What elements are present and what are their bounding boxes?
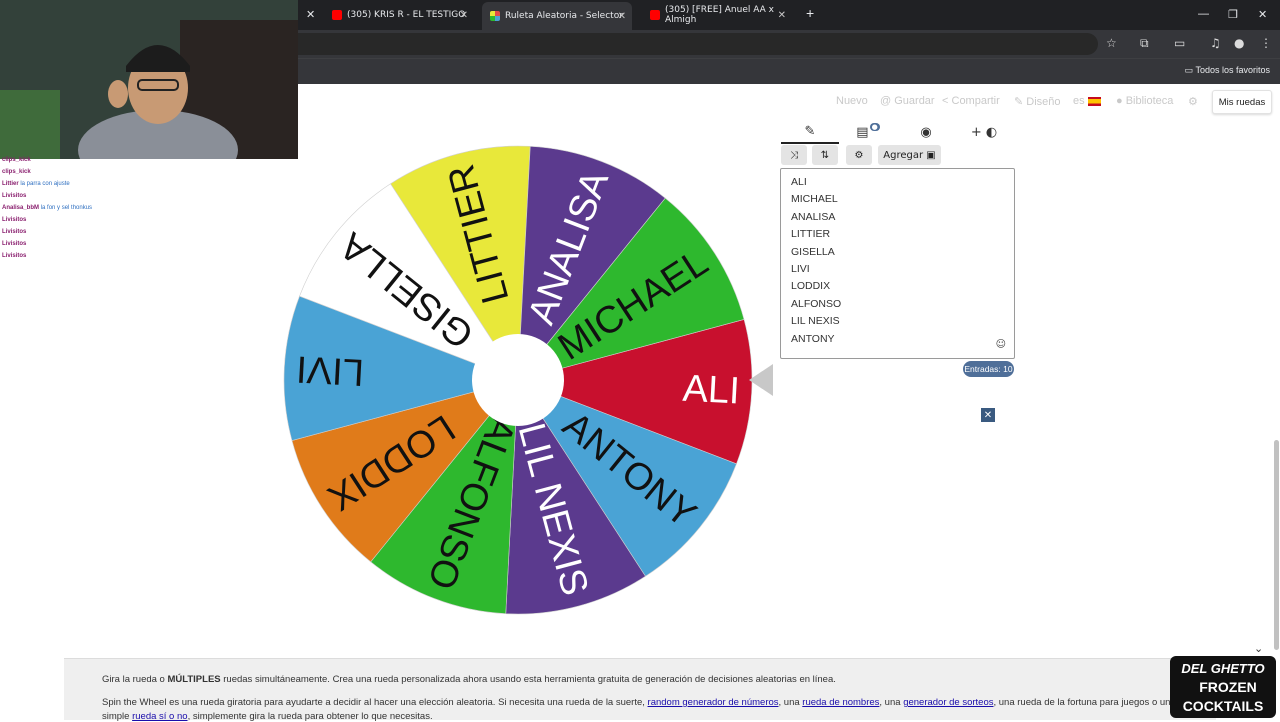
sort-button[interactable]: ⇅: [812, 145, 838, 165]
tab-edit[interactable]: ✎: [781, 120, 839, 144]
entry-line: ALFONSO: [791, 296, 1004, 313]
tab-add-wheel[interactable]: + ◐: [955, 120, 1013, 144]
sponsor-logo: DEL GHETTO FROZEN COCKTAILS: [1170, 656, 1276, 718]
description-section: Gira la rueda o MÚLTIPLES ruedas simultá…: [64, 658, 1216, 720]
gear-icon: ⚙: [855, 150, 864, 161]
image-icon: ▣: [926, 150, 935, 161]
description-line-3: simple rueda sí o no, simplemente gira l…: [102, 711, 433, 722]
close-ad-icon[interactable]: ✕: [981, 408, 995, 422]
entry-line: LIL NEXIS: [791, 313, 1004, 330]
wheel-segment-label: ALI: [682, 368, 741, 413]
chevron-down-icon[interactable]: ⌄: [1254, 642, 1263, 655]
entries-textarea[interactable]: ALI MICHAEL ANALISA LITTIER GISELLA LIVI…: [780, 168, 1015, 359]
description-line-1: Gira la rueda o MÚLTIPLES ruedas simultá…: [102, 674, 836, 685]
add-image-label: Agregar: [883, 150, 923, 161]
wheel-segment-label: LIVI: [295, 347, 365, 392]
entry-line: LITTIER: [791, 226, 1004, 243]
entry-line: ALI: [791, 174, 1004, 191]
logo-line3: COCKTAILS: [1183, 698, 1264, 714]
link-yes-no-wheel[interactable]: rueda sí o no: [132, 711, 187, 722]
settings-button[interactable]: ⚙: [846, 145, 872, 165]
entry-line: LIVI: [791, 261, 1004, 278]
entries-count-label: Entradas: 10: [964, 364, 1012, 374]
emoji-icon[interactable]: ☺: [996, 339, 1006, 350]
entry-line: LODDIX: [791, 278, 1004, 295]
link-name-wheel[interactable]: rueda de nombres: [802, 697, 879, 708]
spin-wheel[interactable]: ALIANTONYLIL NEXISALFONSOLODDIXLIVIGISEL…: [0, 0, 1280, 720]
link-raffle-generator[interactable]: generador de sorteos: [903, 697, 993, 708]
description-line-2: Spin the Wheel es una rueda giratoria pa…: [102, 697, 1176, 708]
eye-off-icon: ◉: [920, 125, 931, 140]
wheel-center[interactable]: [472, 334, 564, 426]
results-badge-icon: ●: [870, 123, 880, 131]
entry-line: ANALISA: [791, 209, 1004, 226]
entries-count-badge: Entradas: 10: [963, 361, 1014, 377]
entry-line: MICHAEL: [791, 191, 1004, 208]
tab-results[interactable]: ▤●: [839, 120, 897, 144]
tab-hidden[interactable]: ◉: [897, 120, 955, 144]
entry-line: GISELLA: [791, 244, 1004, 261]
logo-line2: FROZEN: [1199, 679, 1257, 695]
pencil-icon: ✎: [805, 124, 816, 139]
logo-line1: DEL GHETTO: [1181, 661, 1264, 676]
scrollbar[interactable]: [1274, 440, 1279, 650]
shuffle-icon: ⤨: [790, 150, 798, 161]
entry-line: ANTONY: [791, 331, 1004, 348]
link-random-numbers[interactable]: random generador de números: [648, 697, 779, 708]
add-image-button[interactable]: Agregar ▣: [878, 145, 941, 165]
sort-icon: ⇅: [821, 150, 829, 161]
wheel-pointer: [749, 364, 773, 396]
shuffle-button[interactable]: ⤨: [781, 145, 807, 165]
add-wheel-icon: + ◐: [971, 125, 997, 140]
clipboard-icon: ▤: [856, 125, 868, 140]
